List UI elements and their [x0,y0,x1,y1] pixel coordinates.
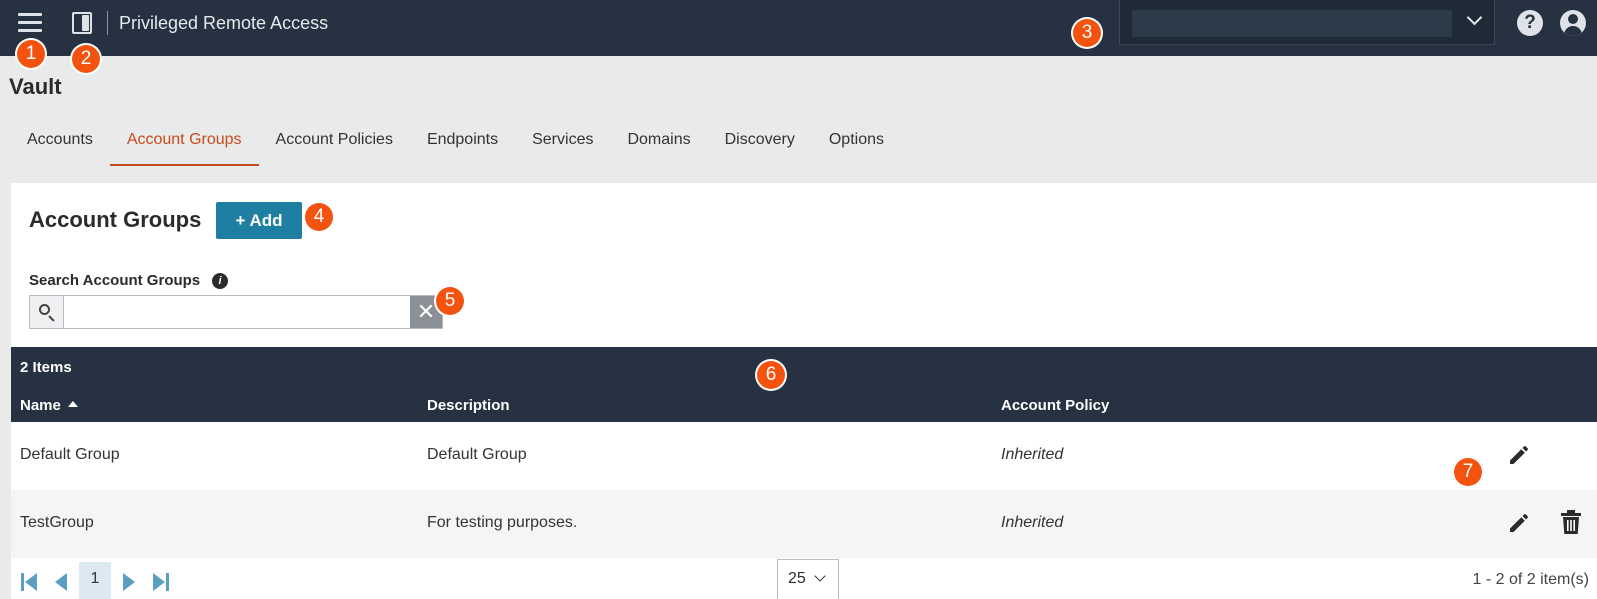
callout-badge-4: 4 [305,203,333,231]
delete-trash-icon[interactable] [1560,509,1582,535]
previous-page-icon[interactable] [51,570,71,594]
pagination-bar: 1 25 1 - 2 of 2 item(s) [11,558,1597,599]
user-icon[interactable] [1560,10,1586,36]
site-selector-dropdown[interactable] [1119,0,1495,45]
help-icon[interactable]: ? [1517,10,1543,36]
top-bar: Privileged Remote Access ? [0,0,1597,56]
search-label: Search Account Groups [29,272,201,289]
info-icon[interactable]: i [212,273,228,289]
add-account-group-button[interactable]: + Add [216,202,302,239]
callout-badge-6: 6 [757,361,785,389]
tab-accounts[interactable]: Accounts [10,118,110,166]
cell-account-policy: Inherited [1001,446,1064,463]
account-groups-panel: Account Groups + Add 4 Search Account Gr… [11,183,1597,599]
item-range-text: 1 - 2 of 2 item(s) [1472,571,1589,588]
table-row[interactable]: TestGroup For testing purposes. Inherite… [11,490,1597,558]
cell-description: Default Group [427,446,527,463]
tab-endpoints[interactable]: Endpoints [410,118,515,166]
last-page-icon[interactable] [151,570,171,594]
sort-ascending-icon [67,401,78,407]
callout-badge-5: 5 [436,287,464,315]
callout-badge-3: 3 [1073,19,1101,47]
page-number-button[interactable]: 1 [79,562,111,599]
title-divider [107,11,108,35]
column-header-description[interactable]: Description [427,397,510,414]
search-icon [30,296,64,328]
search-input[interactable] [65,296,397,328]
tab-bar: Accounts Account Groups Account Policies… [10,118,901,166]
tab-account-groups[interactable]: Account Groups [109,118,259,166]
column-header-account-policy[interactable]: Account Policy [1001,397,1109,414]
table-header: 2 Items Name Description Account Policy [11,347,1597,422]
column-header-name-label: Name [20,397,61,414]
page-title: Vault [9,74,62,99]
chevron-down-icon [1466,9,1483,26]
page-size-select[interactable]: 25 [777,559,839,599]
site-selector-value [1132,10,1452,37]
callout-badge-1: 1 [17,40,45,68]
edit-pencil-icon[interactable] [1507,511,1531,535]
app-switcher-icon[interactable] [72,12,92,34]
callout-badge-2: 2 [72,45,100,73]
panel-title: Account Groups [29,207,202,232]
table-row[interactable]: Default Group Default Group Inherited [11,422,1597,490]
cell-description: For testing purposes. [427,514,578,531]
callout-badge-7: 7 [1454,458,1482,486]
first-page-icon[interactable] [19,570,39,594]
column-header-name[interactable]: Name [20,397,78,414]
cell-account-policy: Inherited [1001,514,1064,531]
tab-services[interactable]: Services [515,118,610,166]
items-count: 2 Items [20,359,72,376]
cell-name: Default Group [20,446,120,463]
hamburger-menu-icon[interactable] [18,13,42,33]
page-size-value: 25 [788,570,806,587]
chevron-down-icon [814,570,826,582]
app-title: Privileged Remote Access [119,13,329,33]
cell-name: TestGroup [20,514,94,531]
tab-account-policies[interactable]: Account Policies [259,118,410,166]
tab-discovery[interactable]: Discovery [708,118,812,166]
edit-pencil-icon[interactable] [1507,443,1531,467]
tab-options[interactable]: Options [812,118,901,166]
search-box: ✕ [29,295,443,329]
tab-domains[interactable]: Domains [610,118,707,166]
next-page-icon[interactable] [119,570,139,594]
